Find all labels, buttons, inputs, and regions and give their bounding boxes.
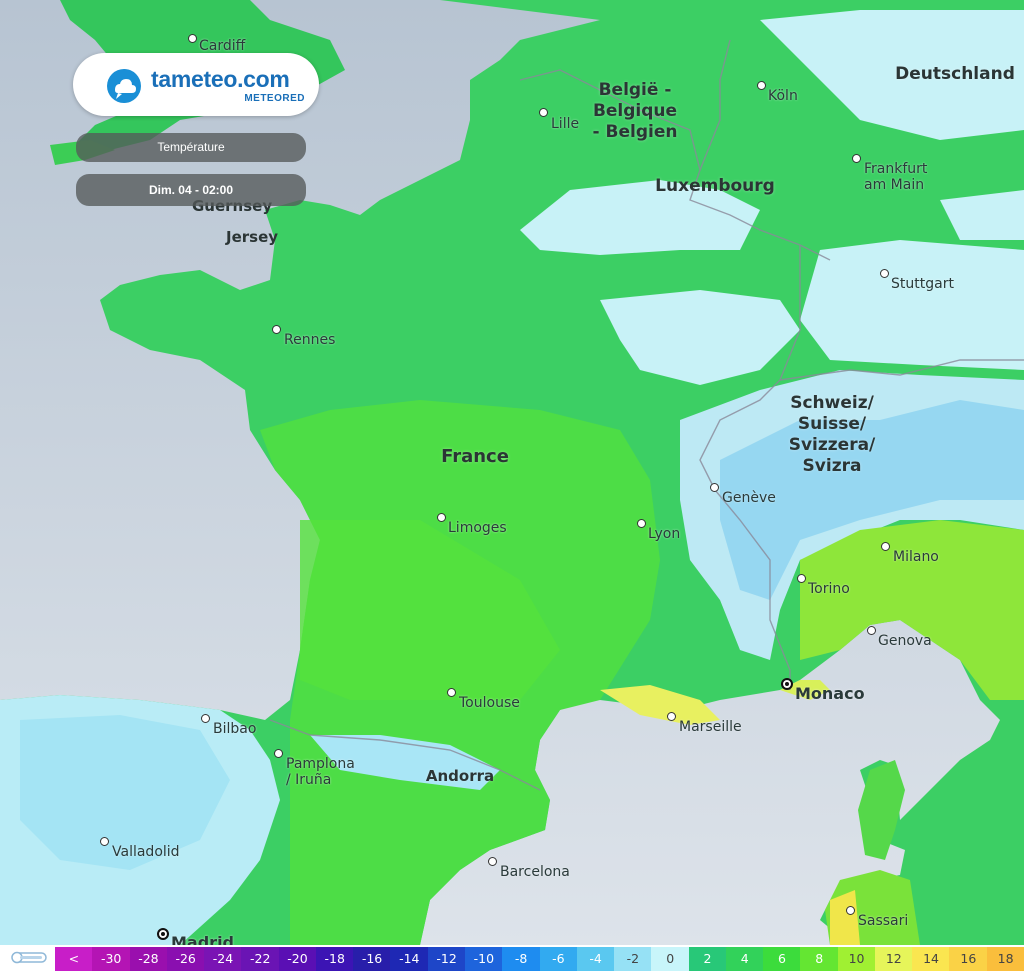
brand-name: tameteo.com bbox=[151, 66, 290, 92]
city-label-sassari[interactable]: Sassari bbox=[858, 913, 908, 929]
city-label-lille[interactable]: Lille bbox=[551, 116, 579, 132]
legend-cell: -22 bbox=[241, 947, 280, 971]
legend-cell: 14 bbox=[912, 947, 950, 971]
city-label-genova[interactable]: Genova bbox=[878, 633, 932, 649]
legend-cell: -24 bbox=[204, 947, 242, 971]
legend-cell: 10 bbox=[837, 947, 876, 971]
city-dot-marseille[interactable] bbox=[667, 712, 676, 721]
cloud-logo-icon bbox=[107, 69, 141, 103]
city-dot-koln[interactable] bbox=[757, 81, 766, 90]
city-label-koln[interactable]: Köln bbox=[768, 88, 798, 104]
city-label-stuttgart[interactable]: Stuttgart bbox=[891, 276, 954, 292]
city-dot-frankfurt[interactable] bbox=[852, 154, 861, 163]
brand-logo[interactable]: tameteo.com METEORED bbox=[73, 53, 319, 116]
country-label-france: France bbox=[441, 446, 509, 467]
legend-cell: -10 bbox=[464, 947, 503, 971]
legend-cell: 12 bbox=[874, 947, 913, 971]
legend-cell: -12 bbox=[427, 947, 466, 971]
legend-cell: -28 bbox=[129, 947, 168, 971]
city-dot-cardiff[interactable] bbox=[188, 34, 197, 43]
city-dot-geneve[interactable] bbox=[710, 483, 719, 492]
country-label-andorra: Andorra bbox=[425, 767, 495, 785]
legend-cell: < bbox=[55, 947, 93, 971]
legend-cell: -26 bbox=[166, 947, 205, 971]
city-label-lyon[interactable]: Lyon bbox=[648, 526, 680, 542]
city-label-barcelona[interactable]: Barcelona bbox=[500, 864, 570, 880]
city-dot-toulouse[interactable] bbox=[447, 688, 456, 697]
city-label-frankfurt[interactable]: Frankfurt am Main bbox=[864, 161, 927, 193]
legend-cell: -2 bbox=[614, 947, 652, 971]
country-label-jersey: Jersey bbox=[226, 228, 279, 246]
city-label-cardiff[interactable]: Cardiff bbox=[199, 38, 245, 54]
city-label-bilbao[interactable]: Bilbao bbox=[213, 721, 256, 737]
legend-cell: -30 bbox=[92, 947, 131, 971]
city-dot-monaco[interactable] bbox=[781, 678, 793, 690]
thermometer-icon[interactable] bbox=[0, 945, 55, 969]
legend-cell: 4 bbox=[725, 947, 764, 971]
city-dot-sassari[interactable] bbox=[846, 906, 855, 915]
datetime-selector[interactable]: Dim. 04 - 02:00 bbox=[76, 174, 306, 206]
temperature-legend: < -30 -28 -26 -24 -22 -20 -18 -16 -14 -12 -10 -8 -6 -4… bbox=[0, 945, 1024, 980]
legend-cell: -6 bbox=[539, 947, 578, 971]
city-label-rennes[interactable]: Rennes bbox=[284, 332, 335, 348]
legend-cell: 8 bbox=[800, 947, 839, 971]
city-label-toulouse[interactable]: Toulouse bbox=[459, 695, 520, 711]
city-dot-torino[interactable] bbox=[797, 574, 806, 583]
legend-cell: -14 bbox=[390, 947, 429, 971]
country-label-switzerland: Schweiz/Suisse/Svizzera/Svizra bbox=[788, 393, 876, 476]
legend-cell: 16 bbox=[949, 947, 988, 971]
legend-cell: -4 bbox=[576, 947, 615, 971]
city-label-geneve[interactable]: Genève bbox=[722, 490, 776, 506]
country-label-belgium: België - Belgique - Belgien bbox=[592, 80, 678, 142]
country-label-germany: Deutschland bbox=[895, 64, 1015, 84]
legend-cell: 6 bbox=[763, 947, 801, 971]
city-dot-milano[interactable] bbox=[881, 542, 890, 551]
city-label-pamplona[interactable]: Pamplona / Iruña bbox=[286, 756, 355, 788]
zone-sardinia-warm bbox=[830, 890, 860, 945]
city-label-torino[interactable]: Torino bbox=[808, 581, 850, 597]
legend-cell: -20 bbox=[278, 947, 317, 971]
city-dot-barcelona[interactable] bbox=[488, 857, 497, 866]
city-label-madrid[interactable]: Madrid bbox=[171, 935, 234, 946]
city-label-milano[interactable]: Milano bbox=[893, 549, 939, 565]
city-dot-lyon[interactable] bbox=[637, 519, 646, 528]
legend-cell: 18 bbox=[986, 947, 1024, 971]
legend-cell: -18 bbox=[315, 947, 354, 971]
city-dot-pamplona[interactable] bbox=[274, 749, 283, 758]
legend-cell: -16 bbox=[353, 947, 391, 971]
city-label-limoges[interactable]: Limoges bbox=[448, 520, 507, 536]
city-dot-madrid[interactable] bbox=[157, 928, 169, 940]
city-dot-bilbao[interactable] bbox=[201, 714, 210, 723]
city-label-valladolid[interactable]: Valladolid bbox=[112, 844, 180, 860]
zone-cold-germany-south bbox=[800, 240, 1024, 370]
city-dot-rennes[interactable] bbox=[272, 325, 281, 334]
legend-cell: 2 bbox=[688, 947, 727, 971]
legend-cell: 0 bbox=[651, 947, 690, 971]
variable-selector[interactable]: Température bbox=[76, 133, 306, 162]
city-dot-stuttgart[interactable] bbox=[880, 269, 889, 278]
city-dot-lille[interactable] bbox=[539, 108, 548, 117]
city-dot-genova[interactable] bbox=[867, 626, 876, 635]
city-dot-limoges[interactable] bbox=[437, 513, 446, 522]
country-label-luxembourg: Luxembourg bbox=[655, 176, 775, 196]
brand-subtitle: METEORED bbox=[244, 93, 305, 104]
legend-cell: -8 bbox=[502, 947, 540, 971]
city-label-marseille[interactable]: Marseille bbox=[679, 719, 742, 735]
city-label-monaco[interactable]: Monaco bbox=[795, 686, 865, 702]
city-dot-valladolid[interactable] bbox=[100, 837, 109, 846]
